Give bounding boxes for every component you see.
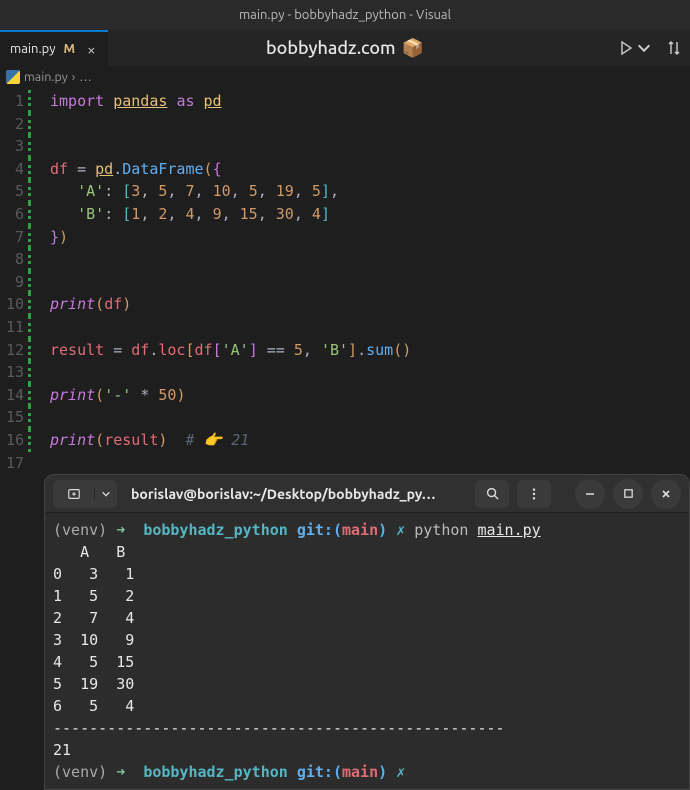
site-text: bobbyhadz.com bbox=[266, 38, 396, 58]
site-label: bobbyhadz.com 📦 bbox=[266, 38, 424, 59]
code-editor[interactable]: 1234567891011121314151617 import pandas … bbox=[0, 88, 690, 474]
terminal-body[interactable]: (venv) ➜ bobbyhadz_python git:(main) ✗ p… bbox=[45, 513, 689, 789]
code-content[interactable]: import pandas as pd df = pd.DataFrame({ … bbox=[36, 90, 411, 474]
terminal-search-button[interactable] bbox=[475, 480, 509, 508]
terminal-titlebar: borislav@borislav:~/Desktop/bobbyhadz_py… bbox=[45, 475, 689, 513]
terminal-new-tab-dropdown[interactable] bbox=[95, 489, 117, 499]
run-button[interactable] bbox=[618, 40, 652, 56]
terminal-title: borislav@borislav:~/Desktop/bobbyhadz_py… bbox=[125, 486, 467, 502]
window-title: main.py - bobbyhadz_python - Visual bbox=[239, 8, 451, 22]
terminal-minimize-button[interactable] bbox=[575, 479, 605, 509]
gutter-modified-markers bbox=[28, 90, 36, 474]
search-icon bbox=[485, 486, 500, 501]
breadcrumb-rest: … bbox=[79, 70, 91, 84]
window-titlebar: main.py - bobbyhadz_python - Visual bbox=[0, 0, 690, 30]
close-icon bbox=[660, 488, 672, 500]
header-bar: main.py M × bobbyhadz.com 📦 bbox=[0, 30, 690, 66]
terminal-menu-button[interactable] bbox=[517, 480, 551, 508]
minimize-icon bbox=[584, 488, 596, 500]
editor-tab[interactable]: main.py M × bbox=[0, 30, 108, 66]
maximize-icon bbox=[623, 488, 634, 499]
compare-icon[interactable] bbox=[666, 40, 682, 56]
cube-icon: 📦 bbox=[402, 38, 424, 59]
tab-modified-indicator: M bbox=[64, 42, 76, 56]
chevron-down-icon bbox=[636, 40, 652, 56]
terminal-maximize-button[interactable] bbox=[613, 479, 643, 509]
play-icon bbox=[618, 40, 634, 56]
terminal-window: borislav@borislav:~/Desktop/bobbyhadz_py… bbox=[44, 474, 690, 790]
python-file-icon bbox=[6, 70, 20, 84]
kebab-icon bbox=[527, 487, 541, 501]
terminal-close-button[interactable] bbox=[651, 479, 681, 509]
tab-close-icon[interactable]: × bbox=[87, 41, 95, 58]
breadcrumb-sep: › bbox=[72, 70, 76, 84]
terminal-plus-icon[interactable] bbox=[53, 487, 95, 501]
line-number-gutter: 1234567891011121314151617 bbox=[0, 90, 28, 474]
terminal-new-tab-button[interactable] bbox=[53, 480, 117, 508]
breadcrumb[interactable]: main.py › … bbox=[0, 66, 690, 88]
breadcrumb-file: main.py bbox=[24, 70, 68, 84]
tab-filename: main.py bbox=[10, 42, 56, 56]
